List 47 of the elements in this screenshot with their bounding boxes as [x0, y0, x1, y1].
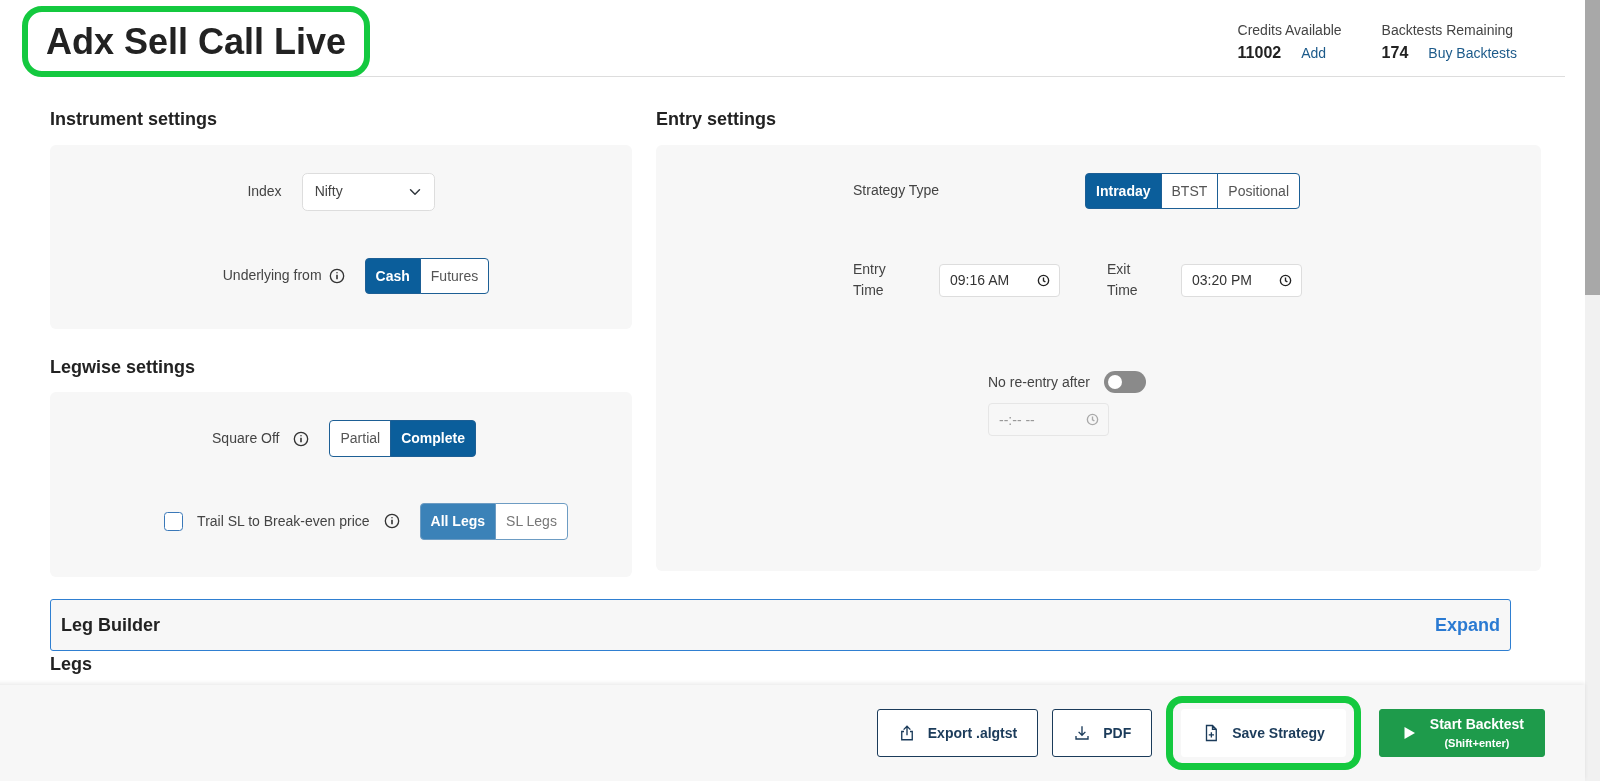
time-field[interactable]: 03:20 PM	[1181, 263, 1302, 297]
clock-icon	[1086, 413, 1099, 427]
field-label: Underlying from	[222, 266, 322, 286]
scrollbar-thumb[interactable]	[1585, 0, 1600, 295]
clock-icon	[1279, 273, 1292, 287]
field-label: No re-entry after	[988, 372, 1090, 392]
clock-icon	[1037, 273, 1050, 287]
toggle-option[interactable]: All Legs	[419, 503, 497, 540]
section-heading: Legs	[50, 654, 92, 675]
expand-link[interactable]: Expand	[1435, 611, 1500, 639]
time-field[interactable]: 09:16 AM	[939, 263, 1060, 297]
info-icon	[328, 268, 345, 284]
info-icon	[383, 513, 400, 530]
action-button[interactable]: Start Backtest (Shift+enter)	[1378, 709, 1545, 757]
toggle-option[interactable]: Positional	[1217, 172, 1300, 210]
stat-label: Credits Available	[1237, 21, 1342, 40]
toggle-option[interactable]: Cash	[364, 257, 421, 295]
stat-label: Backtests Remaining	[1381, 21, 1515, 40]
section-heading: Legwise settings	[50, 356, 197, 379]
field-label: Trail SL to Break-even price	[197, 511, 370, 531]
action-button[interactable]: PDF	[1052, 709, 1153, 757]
toggle-switch[interactable]	[1103, 371, 1146, 394]
stat-link[interactable]: Add	[1301, 42, 1327, 64]
download-icon	[1073, 724, 1092, 742]
page-title: Adx Sell Call Live	[45, 20, 348, 64]
toggle-option[interactable]: SL Legs	[495, 503, 568, 540]
field-label: Exit Time	[1107, 260, 1139, 301]
leg-builder-title: Leg Builder	[61, 613, 160, 637]
toggle-option[interactable]: Futures	[419, 257, 490, 295]
toggle-option[interactable]: Partial	[329, 420, 392, 457]
toggle-option[interactable]: Complete	[390, 420, 476, 457]
field-label: Square Off	[212, 429, 280, 449]
field-label: Entry Time	[853, 260, 887, 301]
toggle-option[interactable]: BTST	[1160, 172, 1219, 210]
section-heading: Entry settings	[656, 109, 778, 131]
field-label: Index	[247, 182, 282, 202]
info-icon	[293, 430, 310, 447]
stat-value: 11002	[1237, 43, 1282, 63]
index-select[interactable]: Nifty	[301, 172, 435, 211]
stat-link[interactable]: Buy Backtests	[1428, 42, 1517, 64]
checkbox[interactable]	[164, 511, 184, 531]
field-label: Strategy Type	[853, 181, 940, 201]
action-button[interactable]: Save Strategy	[1181, 709, 1346, 757]
toggle-option[interactable]: Intraday	[1085, 172, 1162, 210]
action-button[interactable]: Export .algtst	[876, 709, 1039, 757]
stat-value: 174	[1381, 43, 1409, 63]
section-heading: Instrument settings	[50, 109, 219, 131]
